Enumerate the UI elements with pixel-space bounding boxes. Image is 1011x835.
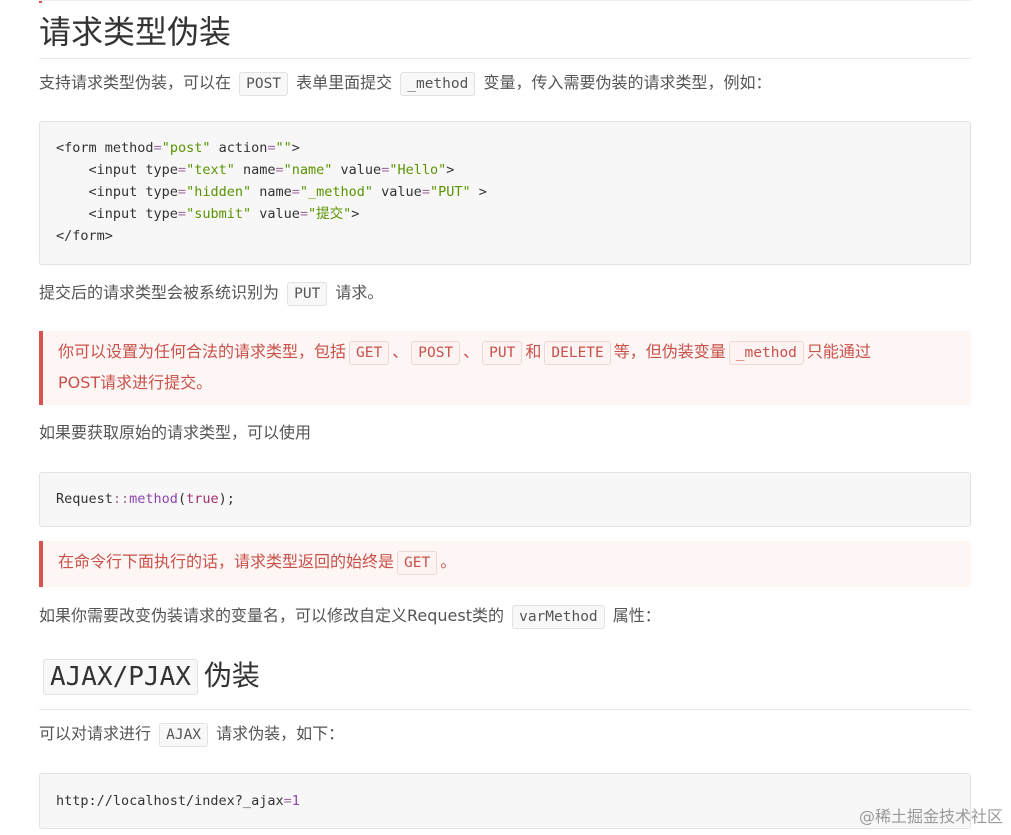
ajax-text-2: 请求伪装，如下： bbox=[216, 724, 345, 743]
alert-text: 。 bbox=[440, 552, 457, 571]
original-type-paragraph: 如果要获取原始的请求类型，可以使用 bbox=[39, 423, 312, 442]
alert-request-types: 你可以设置为任何合法的请求类型，包括 GET、 POST、 PUT 和 DELETE 等，但… bbox=[39, 331, 971, 405]
code-token: > bbox=[470, 184, 487, 200]
ajax-url-code: http://localhost/index?_ajax=1 bbox=[40, 774, 970, 828]
code-token: "PUT" bbox=[429, 184, 471, 200]
code-token: ( bbox=[177, 491, 187, 507]
code-token: "_method" bbox=[299, 184, 374, 200]
inline-code-delete: DELETE bbox=[544, 341, 611, 365]
code-token: ); bbox=[218, 491, 235, 507]
alert-line-1: 你可以设置为任何合法的请求类型，包括 GET、 POST、 PUT 和 DELETE 等，但… bbox=[58, 337, 971, 368]
inline-code-post: POST bbox=[239, 72, 289, 96]
code-token: = bbox=[283, 793, 292, 809]
title-divider bbox=[39, 709, 971, 710]
code-token: type bbox=[145, 184, 178, 200]
code-token: "submit" bbox=[186, 206, 252, 222]
ajax-url-code-block: http://localhost/index?_ajax=1 bbox=[39, 773, 971, 829]
code-token: = bbox=[291, 184, 300, 200]
code-token: value bbox=[251, 206, 300, 222]
alert-line-2: POST请求进行提交。 bbox=[58, 373, 213, 392]
code-token: <input bbox=[56, 206, 146, 222]
code-token: action bbox=[210, 140, 268, 156]
code-token: name bbox=[251, 184, 292, 200]
form-code-block: <form method="post" action=""> <input ty… bbox=[39, 121, 971, 265]
alert-text: 你可以设置为任何合法的请求类型，包括 bbox=[58, 342, 347, 361]
watermark: @稀土掘金技术社区 bbox=[858, 807, 1003, 826]
code-token: = bbox=[267, 140, 276, 156]
code-token: true bbox=[186, 491, 219, 507]
intro-text-2: 表单里面提交 bbox=[296, 73, 393, 92]
section-title-ajax-pjax: AJAX/PJAX 伪装 bbox=[39, 653, 260, 700]
title-text: 伪装 bbox=[203, 659, 260, 692]
code-token: = bbox=[177, 206, 187, 222]
code-token: Request bbox=[56, 491, 113, 507]
code-token: > bbox=[446, 162, 455, 178]
code-token: type bbox=[145, 206, 178, 222]
inline-code-ajax: AJAX bbox=[159, 723, 209, 747]
alert-sep: 、 bbox=[392, 342, 409, 361]
varname-text-2: 属性： bbox=[612, 606, 661, 625]
alert-sep: 、 bbox=[463, 342, 480, 361]
ajax-text-1: 可以对请求进行 bbox=[39, 724, 152, 743]
alert-text: 等，但伪装变量 bbox=[613, 342, 726, 361]
code-token: = bbox=[177, 162, 187, 178]
code-token: > bbox=[291, 140, 300, 156]
method-code: Request::method(true); bbox=[40, 473, 970, 525]
code-token: :: bbox=[112, 491, 130, 507]
code-token: = bbox=[275, 162, 284, 178]
code-token: </form> bbox=[56, 228, 113, 244]
code-token: <form bbox=[56, 140, 105, 156]
code-token: "post" bbox=[161, 140, 211, 156]
inline-code-method: _method bbox=[728, 341, 804, 365]
code-token: > bbox=[351, 206, 360, 222]
inline-code-varmethod: varMethod bbox=[512, 605, 605, 629]
code-token: method bbox=[104, 140, 154, 156]
inline-code-post: POST bbox=[411, 341, 461, 365]
code-token: name bbox=[234, 162, 276, 178]
top-divider bbox=[39, 0, 971, 1]
alert-line: 在命令行下面执行的话，请求类型返回的始终是 GET。 bbox=[58, 547, 971, 578]
code-token: = bbox=[153, 140, 162, 156]
code-token: "提交" bbox=[308, 206, 352, 222]
code-token: = bbox=[421, 184, 430, 200]
title-divider bbox=[39, 58, 971, 59]
alert-text: 只能通过 bbox=[806, 342, 871, 361]
code-token: http://localhost/index?_ajax bbox=[56, 793, 284, 809]
alert-text: 和 bbox=[525, 342, 542, 361]
varname-text-1: 如果你需要改变伪装请求的变量名，可以修改自定义Request类的 bbox=[39, 606, 504, 625]
code-token: "name" bbox=[283, 162, 333, 178]
code-token: <input bbox=[56, 162, 146, 178]
code-token: = bbox=[299, 206, 309, 222]
code-token: "Hello" bbox=[389, 162, 447, 178]
code-token: = bbox=[177, 184, 187, 200]
code-token: 1 bbox=[291, 793, 300, 809]
intro-paragraph: 支持请求类型伪装，可以在 POST 表单里面提交 _method 变量，传入需要… bbox=[39, 68, 771, 99]
form-code: <form method="post" action=""> <input ty… bbox=[40, 122, 970, 262]
method-code-block: Request::method(true); bbox=[39, 472, 971, 527]
inline-code-put: PUT bbox=[287, 282, 328, 306]
code-token: "text" bbox=[186, 162, 235, 178]
alert-cli-get: 在命令行下面执行的话，请求类型返回的始终是 GET。 bbox=[39, 541, 971, 587]
title-code-ajax-pjax: AJAX/PJAX bbox=[43, 659, 198, 695]
intro-text-1: 支持请求类型伪装，可以在 bbox=[39, 73, 232, 92]
code-token: value bbox=[373, 184, 422, 200]
code-token: value bbox=[332, 162, 382, 178]
after-submit-paragraph: 提交后的请求类型会被系统识别为 PUT 请求。 bbox=[39, 278, 383, 309]
inline-code-method: _method bbox=[400, 72, 476, 96]
intro-text-3: 变量，传入需要伪装的请求类型，例如： bbox=[483, 73, 772, 92]
code-token: type bbox=[145, 162, 178, 178]
inline-code-put: PUT bbox=[482, 341, 523, 365]
alert-text: 在命令行下面执行的话，请求类型返回的始终是 bbox=[58, 552, 395, 571]
varname-paragraph: 如果你需要改变伪装请求的变量名，可以修改自定义Request类的 varMeth… bbox=[39, 601, 661, 632]
ajax-intro-paragraph: 可以对请求进行 AJAX 请求伪装，如下： bbox=[39, 719, 344, 750]
code-token: "hidden" bbox=[186, 184, 252, 200]
code-token: "" bbox=[275, 140, 292, 156]
section-title-request-type: 请求类型伪装 bbox=[39, 13, 232, 51]
code-token: method bbox=[129, 491, 178, 507]
inline-code-get: GET bbox=[349, 341, 390, 365]
code-token: <input bbox=[56, 184, 146, 200]
inline-code-get: GET bbox=[397, 551, 438, 575]
after-text-2: 请求。 bbox=[335, 283, 384, 302]
after-text-1: 提交后的请求类型会被系统识别为 bbox=[39, 283, 280, 302]
